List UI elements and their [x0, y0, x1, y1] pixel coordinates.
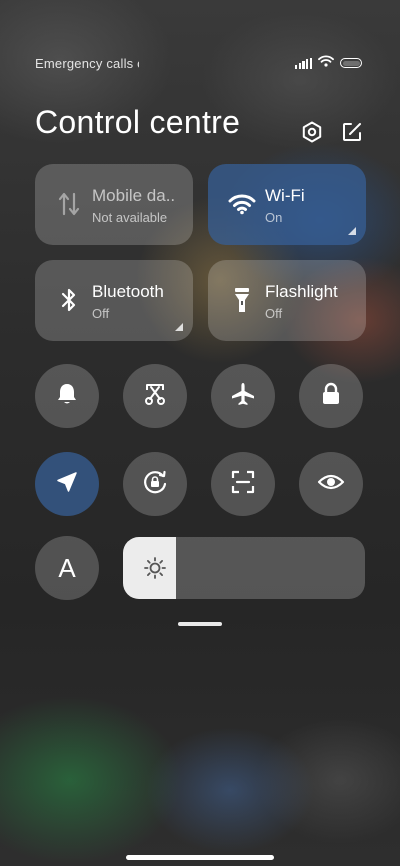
mobile-data-icon — [55, 190, 83, 218]
toggle-reading-mode[interactable] — [299, 452, 363, 516]
status-icons — [295, 54, 362, 72]
flashlight-icon — [228, 286, 256, 314]
letter-a-icon: A — [58, 552, 76, 583]
battery-icon — [340, 58, 362, 68]
scan-icon — [230, 469, 256, 500]
rotation-lock-icon — [141, 468, 169, 501]
settings-icon[interactable] — [300, 120, 324, 144]
toggle-scanner[interactable] — [211, 452, 275, 516]
tile-wifi[interactable]: Wi-Fi On — [208, 164, 366, 245]
tile-label: Flashlight — [265, 282, 338, 301]
bell-icon — [56, 382, 78, 411]
eye-icon — [317, 472, 345, 497]
tile-flashlight[interactable]: Flashlight Off — [208, 260, 366, 341]
scissors-screenshot-icon — [142, 381, 168, 412]
collapse-handle[interactable] — [178, 622, 222, 626]
tile-label: Mobile da.. — [92, 186, 176, 205]
status-bar: Emergency calls o — [35, 52, 362, 74]
tile-status: Off — [265, 306, 283, 321]
location-arrow-icon — [56, 471, 78, 498]
tile-status: Off — [92, 306, 110, 321]
toggle-rotation-lock[interactable] — [123, 452, 187, 516]
wifi-icon — [228, 190, 256, 218]
tile-mobile-data[interactable]: Mobile da.. Not available — [35, 164, 193, 245]
page-title: Control centre — [35, 104, 241, 140]
toggle-airplane-mode[interactable] — [211, 364, 275, 428]
tile-label: Wi-Fi — [265, 186, 305, 205]
sun-icon — [143, 556, 167, 580]
header-actions — [300, 120, 364, 144]
lock-icon — [320, 382, 342, 411]
tile-bluetooth[interactable]: Bluetooth Off — [35, 260, 193, 341]
tile-status: On — [265, 210, 283, 225]
home-indicator[interactable] — [126, 855, 274, 860]
wifi-icon — [318, 54, 334, 72]
toggle-auto-brightness[interactable]: A — [35, 536, 99, 600]
airplane-icon — [230, 381, 256, 412]
edit-icon[interactable] — [340, 120, 364, 144]
tile-label: Bluetooth — [92, 282, 164, 301]
bluetooth-icon — [55, 286, 83, 314]
expand-corner-icon[interactable] — [348, 227, 356, 235]
brightness-slider[interactable] — [123, 537, 365, 599]
tile-status: Not available — [92, 210, 168, 225]
toggle-lock-screen[interactable] — [299, 364, 363, 428]
toggle-sound[interactable] — [35, 364, 99, 428]
signal-icon — [295, 57, 312, 69]
toggle-screenshot[interactable] — [123, 364, 187, 428]
toggle-location[interactable] — [35, 452, 99, 516]
status-carrier-text: Emergency calls o — [35, 55, 139, 71]
expand-corner-icon[interactable] — [175, 323, 183, 331]
